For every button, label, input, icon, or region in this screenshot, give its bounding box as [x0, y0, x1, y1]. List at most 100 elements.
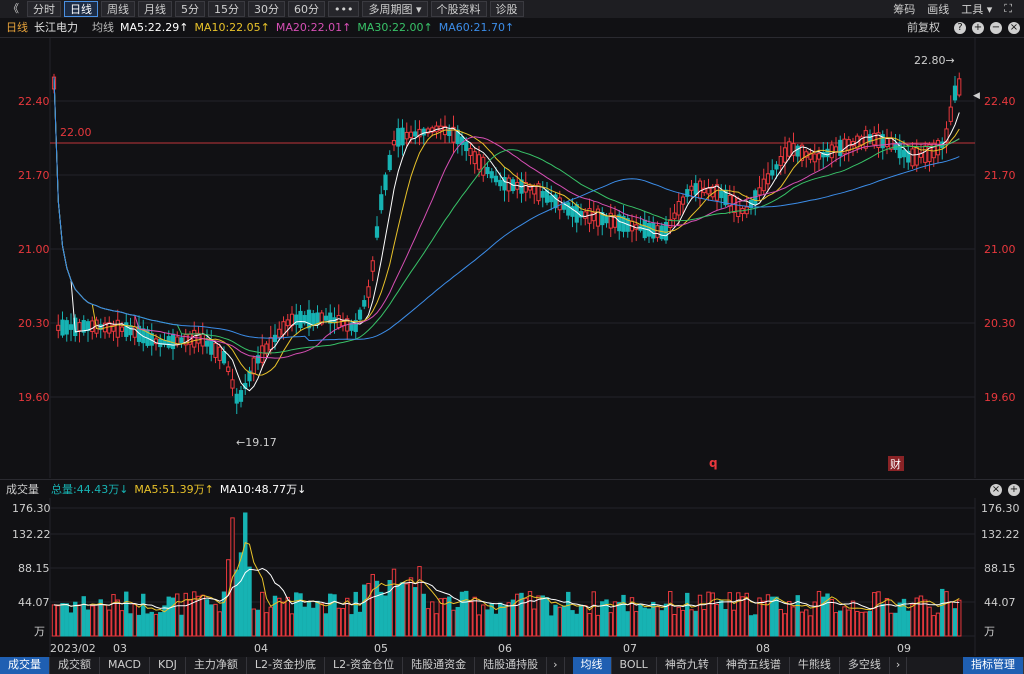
- tab-five-line[interactable]: 神奇五线谱: [718, 657, 790, 674]
- ma60-value: MA60:21.70↑: [438, 20, 515, 34]
- volume-bar: [251, 608, 256, 637]
- candle-body: [357, 309, 363, 320]
- volume-bar: [77, 604, 82, 637]
- volume-chart[interactable]: 176.30 132.22 88.15 44.07 万 176.30 132.2…: [0, 498, 1024, 656]
- indicator-tabs: 成交量 成交额 MACD KDJ 主力净额 L2-资金抄底 L2-资金仓位 陆股…: [0, 657, 1024, 674]
- tab-daily[interactable]: 日线: [64, 1, 98, 17]
- help-icon[interactable]: ?: [954, 22, 966, 34]
- volume-bar: [90, 605, 95, 637]
- price-chart[interactable]: 22.40 21.70 21.00 20.30 19.60 22.40 21.7…: [0, 38, 1024, 478]
- volume-bar: [680, 609, 686, 637]
- volume-bar: [570, 610, 575, 637]
- tab-30min[interactable]: 30分: [248, 1, 285, 17]
- tab-15min[interactable]: 15分: [208, 1, 245, 17]
- volume-bar: [923, 599, 928, 637]
- ma10-line: [53, 77, 960, 376]
- volume-bar: [285, 596, 290, 637]
- volume-bar: [829, 598, 834, 637]
- tab-monthly[interactable]: 月线: [138, 1, 172, 17]
- volume-bar: [387, 579, 392, 637]
- tab-long-short[interactable]: 多空线: [840, 657, 890, 674]
- tab-bull-bear[interactable]: 牛熊线: [790, 657, 840, 674]
- dividend-marker[interactable]: q: [709, 456, 718, 470]
- candle-body: [957, 78, 962, 96]
- tools-dropdown[interactable]: 工具 ▾: [961, 1, 992, 17]
- volume-bar: [60, 603, 65, 637]
- candle-body: [421, 128, 426, 136]
- candle-body: [396, 128, 401, 147]
- candle-body: [672, 212, 677, 220]
- expand-icon[interactable]: ⛶: [1004, 2, 1012, 16]
- tab-60min[interactable]: 60分: [288, 1, 325, 17]
- volume-bar: [731, 609, 737, 637]
- tab-hk-holding[interactable]: 陆股通持股: [475, 657, 548, 674]
- stock-profile-button[interactable]: 个股资料: [430, 1, 487, 17]
- volume-bar: [948, 601, 953, 637]
- zoom-out-icon[interactable]: −: [990, 22, 1002, 34]
- volume-bar: [833, 612, 839, 637]
- add-icon[interactable]: +: [1008, 484, 1020, 496]
- tab-boll[interactable]: BOLL: [612, 657, 657, 674]
- tab-nine-turn[interactable]: 神奇九转: [657, 657, 718, 674]
- volume-bar: [897, 602, 902, 637]
- volume-bar: [430, 601, 435, 637]
- candle-body: [719, 189, 724, 199]
- price-tick: 21.00: [18, 243, 50, 256]
- volume-bar: [366, 582, 371, 637]
- tab-main-net[interactable]: 主力净额: [186, 657, 247, 674]
- volume-bar: [761, 600, 766, 637]
- volume-bar: [676, 606, 681, 637]
- candle-body: [90, 320, 95, 333]
- candle-body: [374, 226, 380, 238]
- tab-ma[interactable]: 均线: [572, 657, 612, 674]
- adjust-dropdown[interactable]: 前复权: [907, 19, 940, 35]
- volume-bar: [502, 605, 507, 637]
- draw-line-button[interactable]: 画线: [927, 1, 949, 17]
- volume-bar: [770, 596, 775, 637]
- volume-bar: [81, 596, 86, 637]
- tab-macd[interactable]: MACD: [100, 657, 150, 674]
- volume-bar: [85, 609, 91, 637]
- volume-bar: [396, 584, 401, 637]
- price-tick: 22.40: [984, 95, 1016, 108]
- candle-body: [315, 312, 320, 325]
- ma-group-label[interactable]: 均线: [92, 19, 114, 35]
- candle-body: [77, 322, 82, 332]
- tab-l2-position[interactable]: L2-资金仓位: [325, 657, 404, 674]
- close-icon[interactable]: ×: [1008, 22, 1020, 34]
- diagnose-button[interactable]: 诊股: [489, 1, 524, 17]
- candle-body: [604, 216, 609, 224]
- tab-l2-bottom[interactable]: L2-资金抄底: [247, 657, 326, 674]
- volume-bar: [889, 612, 894, 637]
- more-periods-button[interactable]: •••: [328, 1, 360, 17]
- candle-body: [209, 339, 214, 355]
- tab-weekly[interactable]: 周线: [101, 1, 135, 17]
- multi-period-dropdown[interactable]: 多周期图 ▾: [362, 1, 428, 17]
- tab-turnover[interactable]: 成交额: [50, 657, 100, 674]
- tab-hk-fund[interactable]: 陆股通资金: [403, 657, 476, 674]
- tab-volume[interactable]: 成交量: [0, 657, 50, 674]
- candle-body: [910, 148, 915, 167]
- volume-bar: [408, 577, 414, 637]
- tab-5min[interactable]: 5分: [175, 1, 205, 17]
- tab-kdj[interactable]: KDJ: [150, 657, 186, 674]
- close-icon[interactable]: ×: [990, 484, 1002, 496]
- financial-report-marker[interactable]: 财: [890, 457, 901, 471]
- candle-body: [761, 178, 766, 192]
- scroll-right-icon[interactable]: ›: [547, 657, 565, 674]
- chips-button[interactable]: 筹码: [893, 1, 915, 17]
- volume-bar: [493, 613, 499, 637]
- volume-bar: [362, 584, 367, 637]
- zoom-in-icon[interactable]: +: [972, 22, 984, 34]
- indicator-manage-button[interactable]: 指标管理: [963, 657, 1024, 674]
- candle-body: [311, 313, 316, 325]
- scroll-right-icon[interactable]: ›: [890, 657, 908, 674]
- volume-bar: [141, 593, 146, 637]
- candle-body: [119, 326, 125, 332]
- volume-title[interactable]: 成交量: [6, 481, 39, 497]
- tab-fenshi[interactable]: 分时: [27, 1, 61, 17]
- volume-bar: [804, 609, 809, 637]
- candle-body: [706, 187, 711, 195]
- price-tick: 21.70: [984, 169, 1016, 182]
- back-button[interactable]: 《: [3, 1, 24, 17]
